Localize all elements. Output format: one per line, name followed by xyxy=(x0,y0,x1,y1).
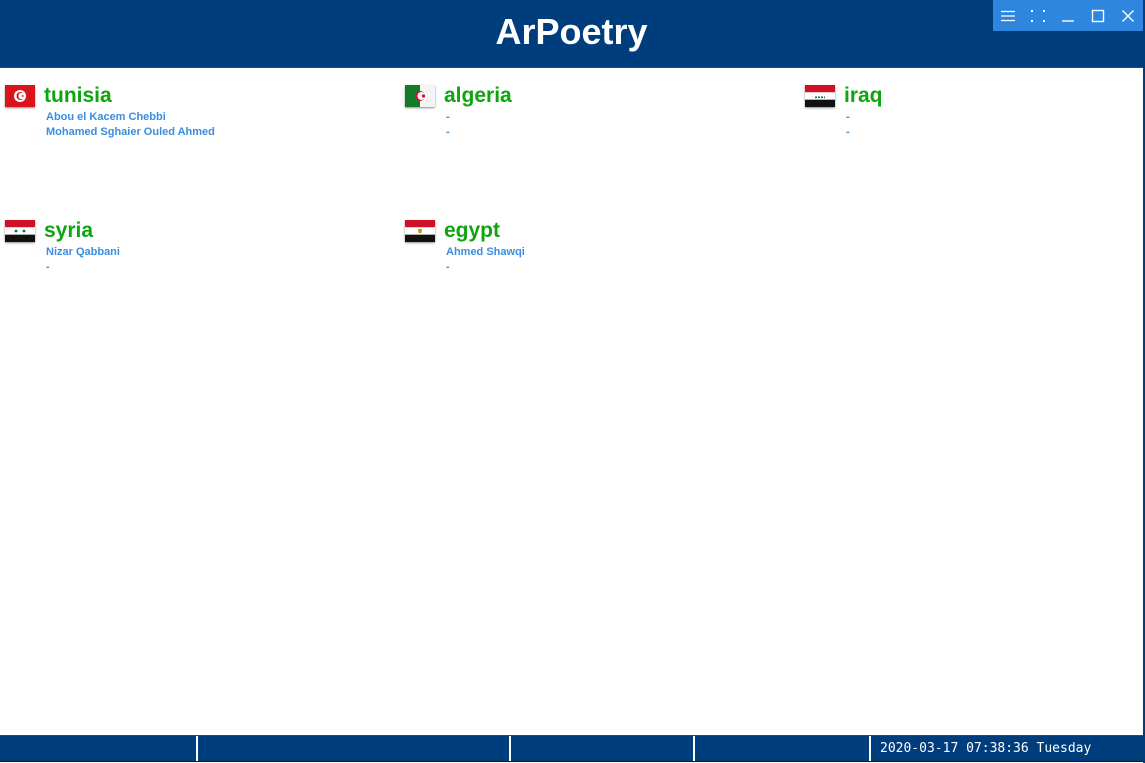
status-cell xyxy=(0,736,198,761)
iraq-flag-icon xyxy=(805,85,835,107)
poet-link[interactable]: Nizar Qabbani xyxy=(46,245,380,260)
status-cell xyxy=(511,736,695,761)
poet-link[interactable]: - xyxy=(846,110,1145,125)
fullscreen-icon[interactable] xyxy=(1027,5,1049,27)
minimize-icon[interactable] xyxy=(1057,5,1079,27)
country-card-syria: syria Nizar Qabbani - xyxy=(0,217,380,275)
window-controls xyxy=(993,0,1143,31)
poet-link[interactable]: - xyxy=(446,110,780,125)
poet-link[interactable]: Abou el Kacem Chebbi xyxy=(46,110,380,125)
poet-link[interactable]: - xyxy=(446,125,780,140)
status-cell xyxy=(198,736,511,761)
algeria-flag-icon xyxy=(405,85,435,107)
close-icon[interactable] xyxy=(1117,5,1139,27)
status-bar: 2020-03-17 07:38:36 Tuesday xyxy=(0,735,1143,762)
poet-link[interactable]: - xyxy=(846,125,1145,140)
title-bar: ArPoetry xyxy=(0,0,1143,68)
menu-icon[interactable] xyxy=(997,5,1019,27)
syria-flag-icon xyxy=(5,220,35,242)
maximize-icon[interactable] xyxy=(1087,5,1109,27)
country-card-algeria: algeria - - xyxy=(400,82,780,140)
poet-link[interactable]: Mohamed Sghaier Ouled Ahmed xyxy=(46,125,380,140)
app-title: ArPoetry xyxy=(495,11,648,52)
country-card-egypt: egypt Ahmed Shawqi - xyxy=(400,217,780,275)
tunisia-flag-icon xyxy=(5,85,35,107)
poet-link[interactable]: - xyxy=(46,260,380,275)
poet-link[interactable]: - xyxy=(446,260,780,275)
egypt-flag-icon xyxy=(405,220,435,242)
country-name-egypt[interactable]: egypt xyxy=(444,219,500,243)
country-name-algeria[interactable]: algeria xyxy=(444,84,512,108)
country-name-tunisia[interactable]: tunisia xyxy=(44,84,112,108)
country-card-iraq: iraq - - xyxy=(800,82,1145,140)
status-cell xyxy=(695,736,871,761)
country-name-iraq[interactable]: iraq xyxy=(844,84,883,108)
country-name-syria[interactable]: syria xyxy=(44,219,93,243)
poet-link[interactable]: Ahmed Shawqi xyxy=(446,245,780,260)
country-card-tunisia: tunisia Abou el Kacem Chebbi Mohamed Sgh… xyxy=(0,82,380,140)
status-clock: 2020-03-17 07:38:36 Tuesday xyxy=(880,741,1092,756)
